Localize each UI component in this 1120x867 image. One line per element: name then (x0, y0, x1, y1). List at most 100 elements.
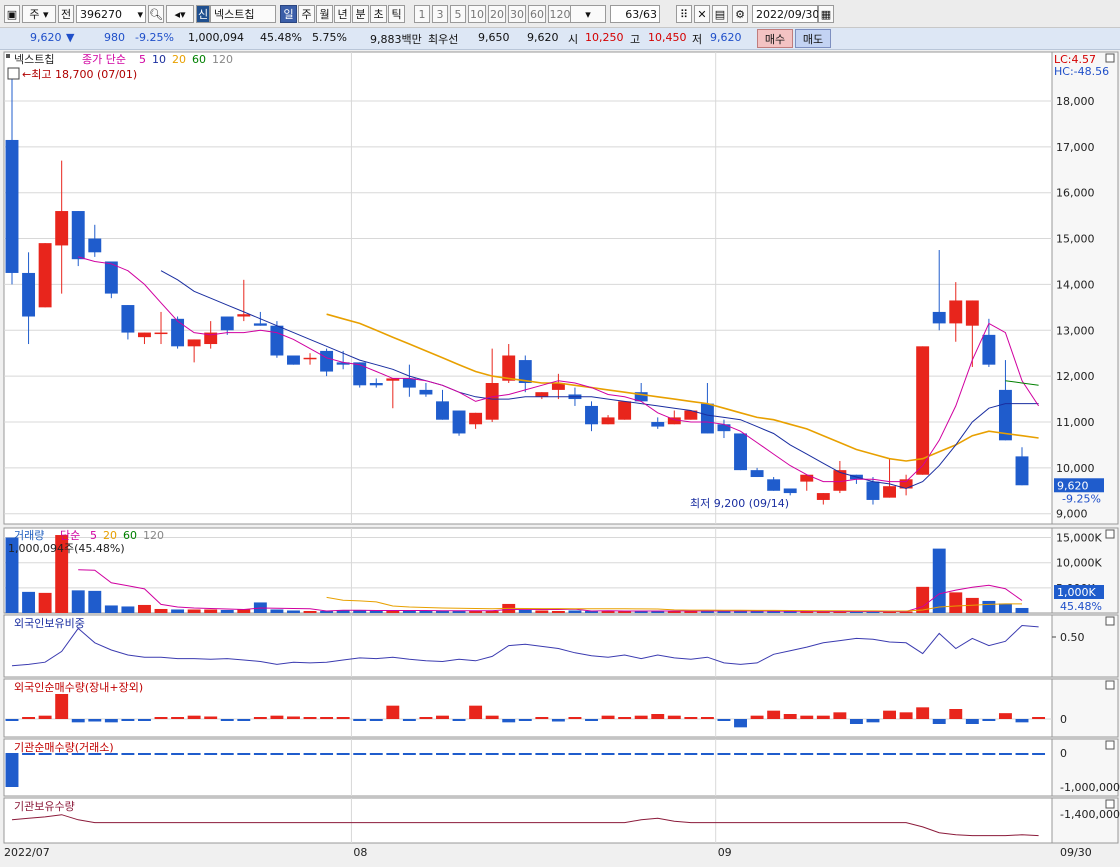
foreign-net-bar (88, 719, 102, 722)
date-input[interactable]: 2022/09/30 (752, 5, 819, 23)
price-change: 980 (104, 31, 125, 44)
inst-net-bar (452, 753, 466, 755)
candle-body (866, 481, 880, 500)
bar-count-input[interactable]: 63/63 (610, 5, 660, 23)
gear-icon[interactable]: ⚙ (732, 5, 748, 23)
inst-net-panel-name: 기관순매수량(거래소) (14, 741, 114, 754)
turnover: 5.75% (312, 31, 347, 44)
interval-60[interactable]: 60 (528, 5, 546, 23)
foreign-net-bar (932, 719, 946, 724)
cursor-icon[interactable]: ✕ (694, 5, 710, 23)
window-icon[interactable]: ▣ (4, 5, 20, 23)
period-select[interactable]: 주 ▾ (22, 5, 56, 23)
speaker-icon[interactable]: ◂▾ (166, 5, 194, 23)
foreign-net-bar (618, 717, 632, 719)
tab-period-4[interactable]: 분 (352, 5, 369, 23)
foreign-net-bar (767, 710, 781, 719)
interval-5[interactable]: 5 (450, 5, 466, 23)
candle-body (237, 314, 251, 317)
interval-10[interactable]: 10 (468, 5, 486, 23)
panel-menu-icon (1105, 740, 1115, 750)
foreign-net-bar (717, 719, 731, 721)
interval-dropdown[interactable]: ▾ (570, 5, 606, 23)
candle-body (783, 488, 797, 494)
interval-20[interactable]: 20 (488, 5, 506, 23)
inst-hold-panel-name: 기관보유수량 (14, 800, 75, 813)
price-tick-label: 15,000 (1056, 233, 1095, 246)
volume-ma-period-20: 20 (103, 529, 117, 542)
candle-body (353, 362, 367, 386)
tab-period-3[interactable]: 년 (334, 5, 351, 23)
interval-1[interactable]: 1 (414, 5, 430, 23)
panel-menu-icon (1105, 529, 1115, 539)
inst-net-bar (684, 753, 698, 755)
inst-net-bar (982, 753, 996, 755)
low-price: 9,620 (710, 31, 742, 44)
foreign-net-bar (700, 717, 714, 719)
panel-menu-icon (1105, 799, 1115, 809)
stock-chart[interactable]: 9,000 10,000 11,000 12,000 13,000 14,000 15,00… (0, 50, 1120, 867)
foreign-net-bar (866, 719, 880, 723)
inst-net-bar (386, 753, 400, 755)
volume-bar (601, 610, 615, 613)
tab-period-5[interactable]: 초 (370, 5, 387, 23)
volume-bar (71, 590, 85, 613)
stock-name: 넥스트칩 (210, 5, 276, 23)
inst-net-bar (369, 753, 383, 755)
foreign-net-bar (469, 705, 483, 719)
candle-body (667, 417, 681, 425)
interval-120[interactable]: 120 (548, 5, 572, 23)
calendar-icon[interactable]: ▦ (818, 5, 834, 23)
foreign-net-bar (452, 719, 466, 721)
tab-period-1[interactable]: 주 (298, 5, 315, 23)
candle-body (138, 332, 151, 338)
inst-net-bar (320, 753, 334, 755)
grid-icon[interactable]: ⠿ (676, 5, 692, 23)
inst-net-bar (618, 753, 632, 755)
tab-period-6[interactable]: 틱 (388, 5, 405, 23)
candle-body (104, 261, 118, 294)
stock-code-input[interactable]: 396270 ▾ (76, 5, 146, 23)
foreign-net-bar (386, 705, 400, 719)
sell-button[interactable]: 매도 (795, 29, 831, 48)
inst-net-bar (485, 753, 499, 755)
foreign-net-bar (518, 719, 532, 721)
interval-30[interactable]: 30 (508, 5, 526, 23)
candle-body (767, 479, 781, 491)
foreign-net-bar (5, 719, 19, 721)
candle-body (932, 311, 946, 324)
candle-body (303, 357, 317, 360)
last-price-pct: -9.25% (1062, 492, 1101, 505)
candle-body (700, 403, 714, 434)
down-arrow-icon: ▼ (66, 31, 75, 44)
tab-period-0[interactable]: 일 (280, 5, 297, 23)
prev-button[interactable]: 전 (58, 5, 74, 23)
foreign-net-bar (1032, 717, 1046, 719)
volume-bar (568, 610, 582, 613)
inst-net-bar (767, 753, 781, 755)
interval-3[interactable]: 3 (432, 5, 448, 23)
ma-period-60: 60 (192, 53, 206, 66)
price-tick-label: 14,000 (1056, 278, 1095, 291)
foreign-net-bar (651, 714, 665, 719)
search-icon[interactable]: 🔍︎ (148, 5, 164, 23)
save-icon[interactable]: ▤ (712, 5, 728, 23)
foreign-net-bar (816, 715, 830, 719)
foreign-net-bar (436, 715, 449, 719)
volume-bar (436, 610, 449, 613)
best-ask: 9,650 (478, 31, 510, 44)
price-panel-name: 넥스트칩 (14, 53, 54, 66)
inst-net-bar (1032, 753, 1046, 755)
inst-net-bar (121, 753, 135, 755)
inst-net-bar (502, 753, 516, 755)
foreign-net-bar (949, 709, 963, 719)
inst-net-bar (667, 753, 681, 755)
inst-net-bar (336, 753, 350, 755)
candle-body (419, 389, 433, 395)
volume-bar (998, 603, 1012, 613)
inst-hold-tick: -1,400,000 (1060, 808, 1120, 821)
x-axis-label: 2022/07 (4, 846, 50, 859)
buy-button[interactable]: 매수 (757, 29, 793, 48)
inst-net-bar (154, 753, 168, 755)
tab-period-2[interactable]: 월 (316, 5, 333, 23)
